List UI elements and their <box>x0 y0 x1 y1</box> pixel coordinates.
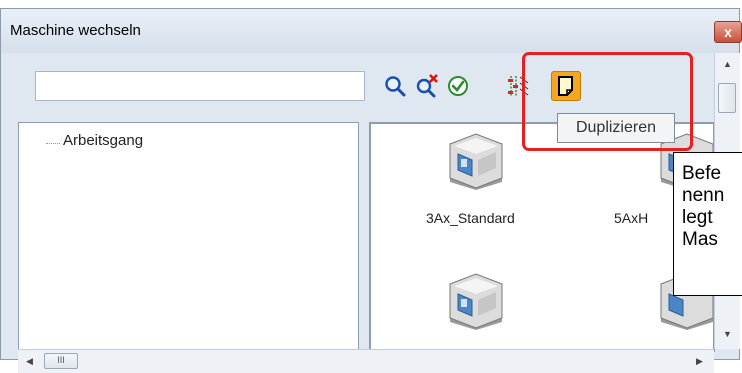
dialog-title: Maschine wechseln <box>10 22 141 39</box>
callout-line: Mas <box>682 229 718 250</box>
tooltip: Duplizieren <box>557 113 675 143</box>
callout-line: nenn <box>682 185 725 206</box>
search-button[interactable] <box>382 72 408 100</box>
close-button[interactable]: x <box>714 21 742 43</box>
vertical-scroll-thumb[interactable] <box>718 83 736 113</box>
clear-search-icon <box>416 74 438 98</box>
cnc-machine-icon <box>449 133 503 190</box>
search-icon <box>385 76 406 97</box>
scroll-down-icon[interactable]: ▼ <box>723 329 732 339</box>
callout-box: Befe nenn legt Mas <box>673 152 742 296</box>
machine-label-5axh: 5AxH <box>614 210 649 226</box>
horizontal-scroll-thumb[interactable]: III <box>44 353 78 369</box>
cnc-machine-icon <box>449 273 503 330</box>
horizontal-scrollbar[interactable]: ◀ III ▶ <box>18 349 714 373</box>
close-icon: x <box>724 24 732 40</box>
machine-item-3[interactable] <box>444 272 508 333</box>
confirm-button[interactable] <box>445 72 471 100</box>
title-bar: Maschine wechseln <box>1 9 739 53</box>
search-input[interactable] <box>35 71 365 101</box>
confirm-icon <box>448 76 468 96</box>
scroll-right-icon[interactable]: ▶ <box>696 356 703 367</box>
tree-connector <box>46 143 60 144</box>
machine-item-3ax-standard[interactable] <box>444 132 508 193</box>
tree-item-arbeitsgang[interactable]: Arbeitsgang <box>63 132 143 149</box>
callout-line: Befe <box>682 163 722 184</box>
machine-list: 3Ax_Standard 5AxH <box>369 122 715 352</box>
clear-search-button[interactable] <box>414 72 440 100</box>
scroll-grip: III <box>57 355 65 365</box>
scroll-up-icon[interactable]: ▲ <box>723 59 732 69</box>
machine-label-3ax-standard: 3Ax_Standard <box>426 210 515 226</box>
scroll-left-icon[interactable]: ◀ <box>26 356 33 367</box>
operation-tree: Arbeitsgang <box>18 122 359 352</box>
callout-line: legt <box>682 207 713 228</box>
